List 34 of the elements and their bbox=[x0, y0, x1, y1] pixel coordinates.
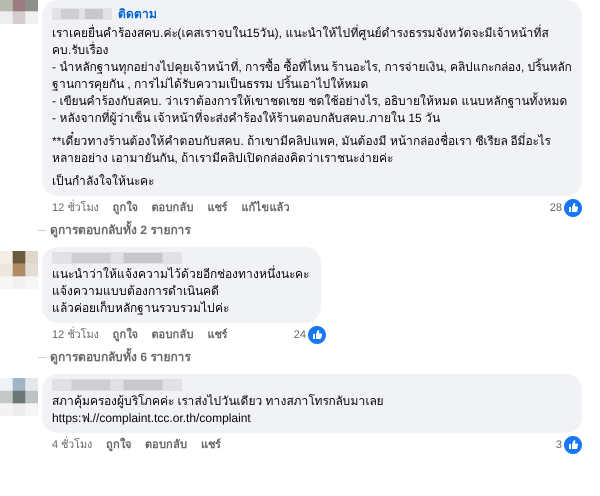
comment-action[interactable]: ตอบกลับ bbox=[151, 326, 194, 344]
comment-action[interactable]: แชร์ bbox=[201, 436, 222, 454]
comment-action[interactable]: ถูกใจ bbox=[112, 326, 138, 344]
comment-text: แล้วค่อยเก็บหลักฐานรวบรวมไปค่ะ bbox=[52, 300, 230, 317]
comment-text: **เดี๋ยวทางร้านต้องให้คำตอบกับสคบ. ถ้าเขามีคลิปแพค, มันต้องมี หน้ากล่องชื่อเรา ซีเรียล อีมี่อะไรหลายอย่าง เอามายันกัน, ถ้าเรามีคลิปเปิดกล่องคิดว่าเราชนะง่ายค่ะ bbox=[52, 133, 572, 167]
comment-action[interactable]: แชร์ bbox=[207, 200, 228, 216]
comment-time: 12 ชั่วโมง bbox=[52, 326, 98, 343]
like-icon bbox=[564, 199, 582, 217]
comment-text: เป็นกำลังใจให้นะคะ bbox=[52, 173, 155, 190]
comment-action[interactable]: ตอบกลับ bbox=[145, 436, 188, 454]
like-icon bbox=[308, 326, 326, 344]
comment-text: https:ฟ.//complaint.tcc.or.th/complaint bbox=[52, 410, 252, 427]
like-count: 28 bbox=[550, 200, 562, 216]
comment-action[interactable]: แชร์ bbox=[207, 326, 228, 344]
comment-action[interactable]: ถูกใจ bbox=[106, 436, 132, 454]
comment-text: แนะนำว่าให้แจ้งความไว้ด้วยอีกช่องทางหนึ่งนะคะ bbox=[52, 266, 309, 283]
comment-text: - นำหลักฐานทุกอย่างไปคุยเจ้าหน้าที่, การซื้อ ซื้อที่ไหน ร้านอะไร, การจ่ายเงิน, คลิปแกะกล่อง, ปริ้นหลักฐานการคุยกัน , การไม่ได้รับความเป็นธรรม ปริ้นเอาไปให้หมด bbox=[52, 59, 572, 92]
comment-text: เราเคยยื่นคำร้องสคบ.ค่ะ(เคสเราจบใน15วัน), แนะนำให้ไปที่ศูนย์ดำรงธรรมจังหวัดจะมีเจ้าหน้าที่สคบ.รับเรื่อง bbox=[52, 25, 550, 58]
comment-time: 4 ชั่วโมง bbox=[52, 436, 92, 453]
like-count: 3 bbox=[556, 438, 562, 453]
view-replies-link[interactable]: ดูการตอบกลับทั้ง 6 รายการ bbox=[50, 348, 190, 366]
comment-action[interactable]: ตอบกลับ bbox=[151, 200, 194, 216]
comment-text: - หลังจากที่ผู้ว่าเซ็น เจ้าหน้าที่จะส่งคำร้องให้ร้านตอบกลับสคบ.ภายใน 15 วัน bbox=[52, 110, 442, 127]
like-icon bbox=[564, 436, 582, 454]
view-replies-link[interactable]: ดูการตอบกลับทั้ง 2 รายการ bbox=[50, 221, 190, 239]
comment-text: สภาคุ้มครองผู้บริโภคค่ะ เราส่งไปวันเดียว ทางสภาโทรกลับมาเลย bbox=[52, 393, 385, 410]
like-count: 24 bbox=[294, 328, 306, 343]
comment-text: แจ้งความแบบต้องการดำเนินคดี bbox=[52, 283, 220, 300]
comment-action[interactable]: ถูกใจ bbox=[112, 200, 138, 216]
comment-time: 12 ชั่วโมง bbox=[52, 200, 98, 216]
follow-link[interactable]: ติดตาม bbox=[118, 5, 157, 23]
comment-text: - เขียนคำร้องกับสคบ. ว่าเราต้องการให้เขาชดเชย ชดใช้อย่างไร, อธิบายให้หมด แนบหลักฐานทั้งหมด bbox=[52, 93, 568, 110]
blurred-name bbox=[52, 8, 112, 20]
edited-label: แก้ไขแล้ว bbox=[241, 200, 290, 216]
